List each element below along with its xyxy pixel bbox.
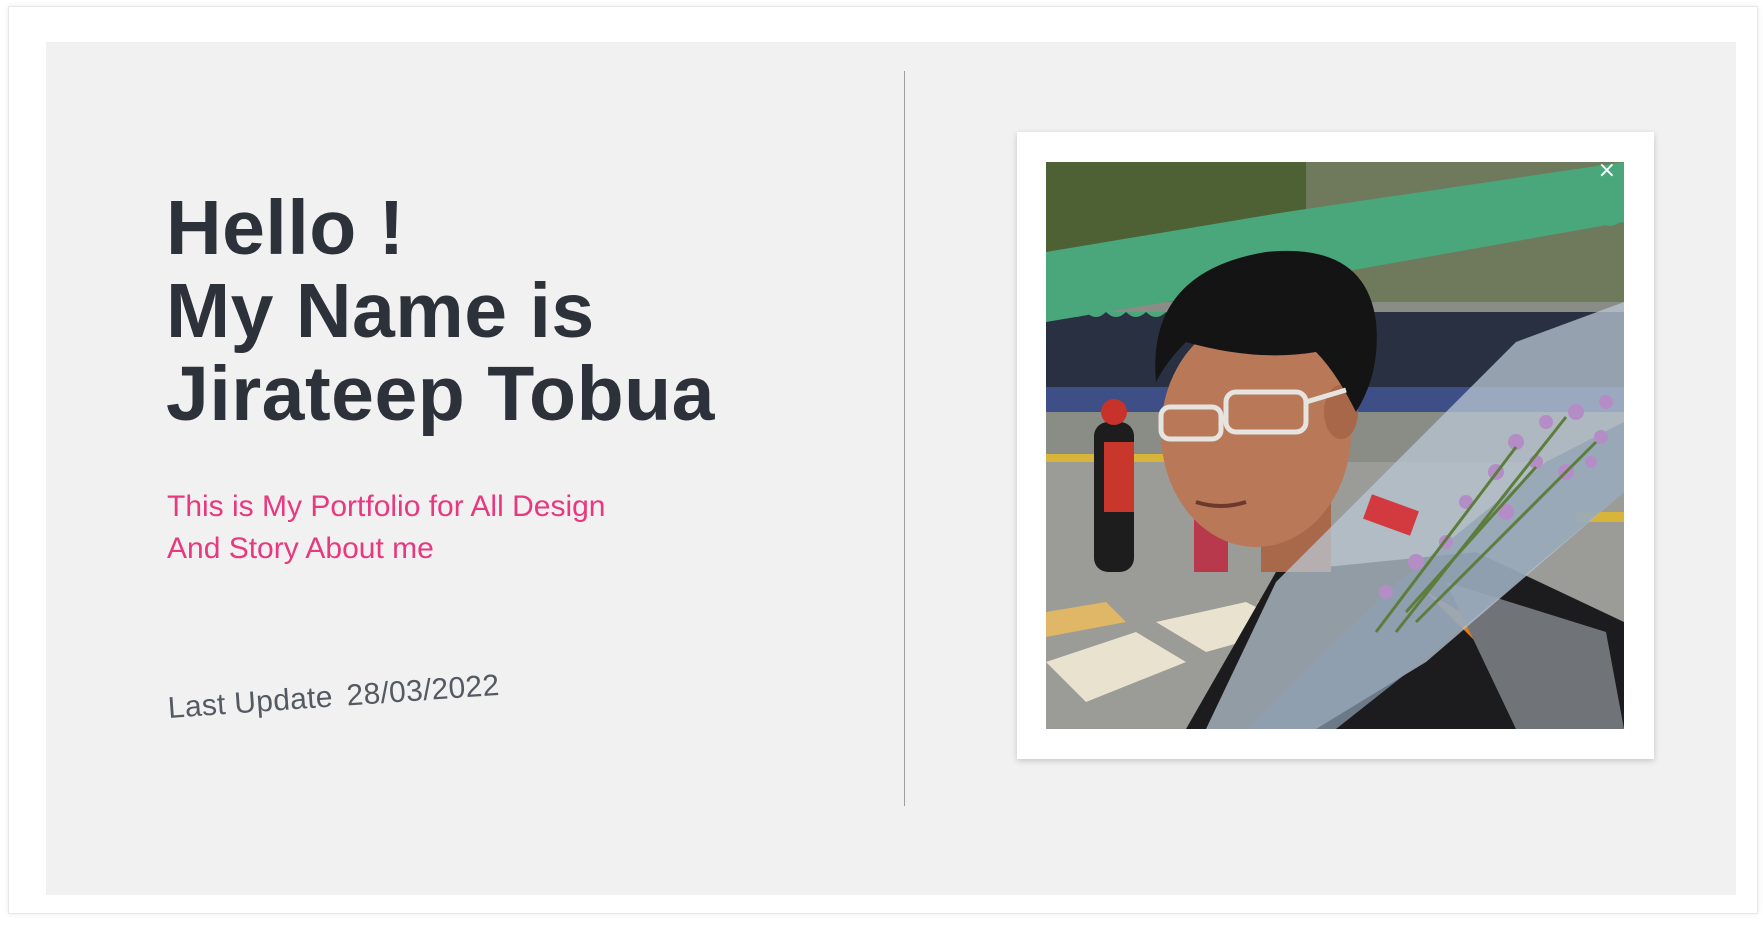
profile-photo[interactable]: × [1046, 162, 1624, 729]
hero-panel: Hello ! My Name is Jirateep Tobua This i… [46, 42, 1736, 895]
page-frame: Hello ! My Name is Jirateep Tobua This i… [8, 6, 1758, 914]
subtitle-line-2: And Story About me [167, 532, 434, 565]
close-icon[interactable]: × [1598, 162, 1616, 182]
hero-subtitle: This is My Portfolio for All Design And … [167, 486, 605, 570]
last-update-date: 28/03/2022 [345, 668, 501, 713]
hero-heading: Hello ! My Name is Jirateep Tobua [166, 187, 715, 436]
heading-line-name: Jirateep Tobua [166, 351, 715, 437]
profile-photo-illustration [1046, 162, 1624, 729]
last-update-label: Last Update [166, 680, 334, 725]
heading-line-intro: My Name is [166, 268, 595, 354]
subtitle-line-1: This is My Portfolio for All Design [167, 490, 606, 523]
vertical-divider [904, 71, 905, 806]
last-update: Last Update 28/03/2022 [167, 669, 501, 726]
heading-line-greeting: Hello ! [166, 185, 405, 271]
profile-photo-card: × [1017, 132, 1654, 759]
